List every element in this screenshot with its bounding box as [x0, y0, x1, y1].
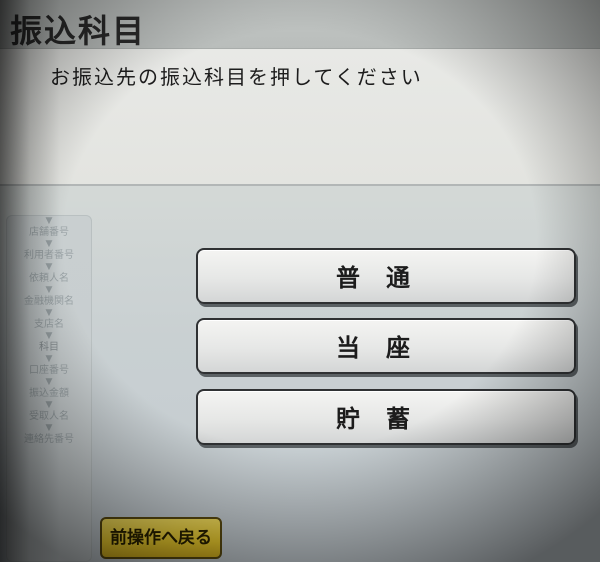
step-arrow-icon: ▼: [45, 308, 53, 318]
option-button-toza[interactable]: 当座: [196, 318, 576, 374]
back-button[interactable]: 前操作へ戻る: [100, 517, 222, 559]
step-item: 金融機関名: [24, 296, 74, 307]
step-item: 連絡先番号: [24, 434, 74, 445]
step-item: 支店名: [34, 319, 64, 330]
step-arrow-icon: ▼: [45, 400, 53, 410]
instruction-text: お振込先の振込科目を押してください: [50, 65, 423, 89]
step-item: 口座番号: [29, 365, 69, 376]
step-arrow-icon: ▼: [45, 377, 53, 387]
step-item: 振込金額: [29, 388, 69, 399]
step-arrow-icon: ▼: [45, 423, 53, 433]
option-button-futsu[interactable]: 普通: [196, 248, 576, 304]
step-arrow-icon: ▼: [45, 262, 53, 272]
step-arrow-icon: ▼: [45, 354, 53, 364]
step-arrow-icon: ▼: [45, 239, 53, 249]
page-title: 振込科目: [10, 12, 147, 50]
step-arrow-icon: ▼: [45, 331, 53, 341]
step-item: 受取人名: [29, 411, 69, 422]
step-item: 依頼人名: [29, 273, 69, 284]
step-arrow-icon: ▼: [45, 216, 53, 226]
instruction-panel: お振込先の振込科目を押してください: [0, 49, 600, 186]
step-arrow-icon: ▼: [45, 285, 53, 295]
step-item: 店舗番号: [29, 227, 69, 238]
progress-steps: ▼ 店舗番号 ▼ 利用者番号 ▼ 依頼人名 ▼ 金融機関名 ▼ 支店名 ▼ 科目…: [6, 215, 92, 562]
title-bar: 振込科目: [0, 0, 600, 50]
option-button-chochiku[interactable]: 貯蓄: [196, 389, 576, 445]
step-item-current: 科目: [39, 342, 59, 353]
atm-screen: 振込科目 お振込先の振込科目を押してください ▼ 店舗番号 ▼ 利用者番号 ▼ …: [0, 0, 600, 562]
step-item: 利用者番号: [24, 250, 74, 261]
